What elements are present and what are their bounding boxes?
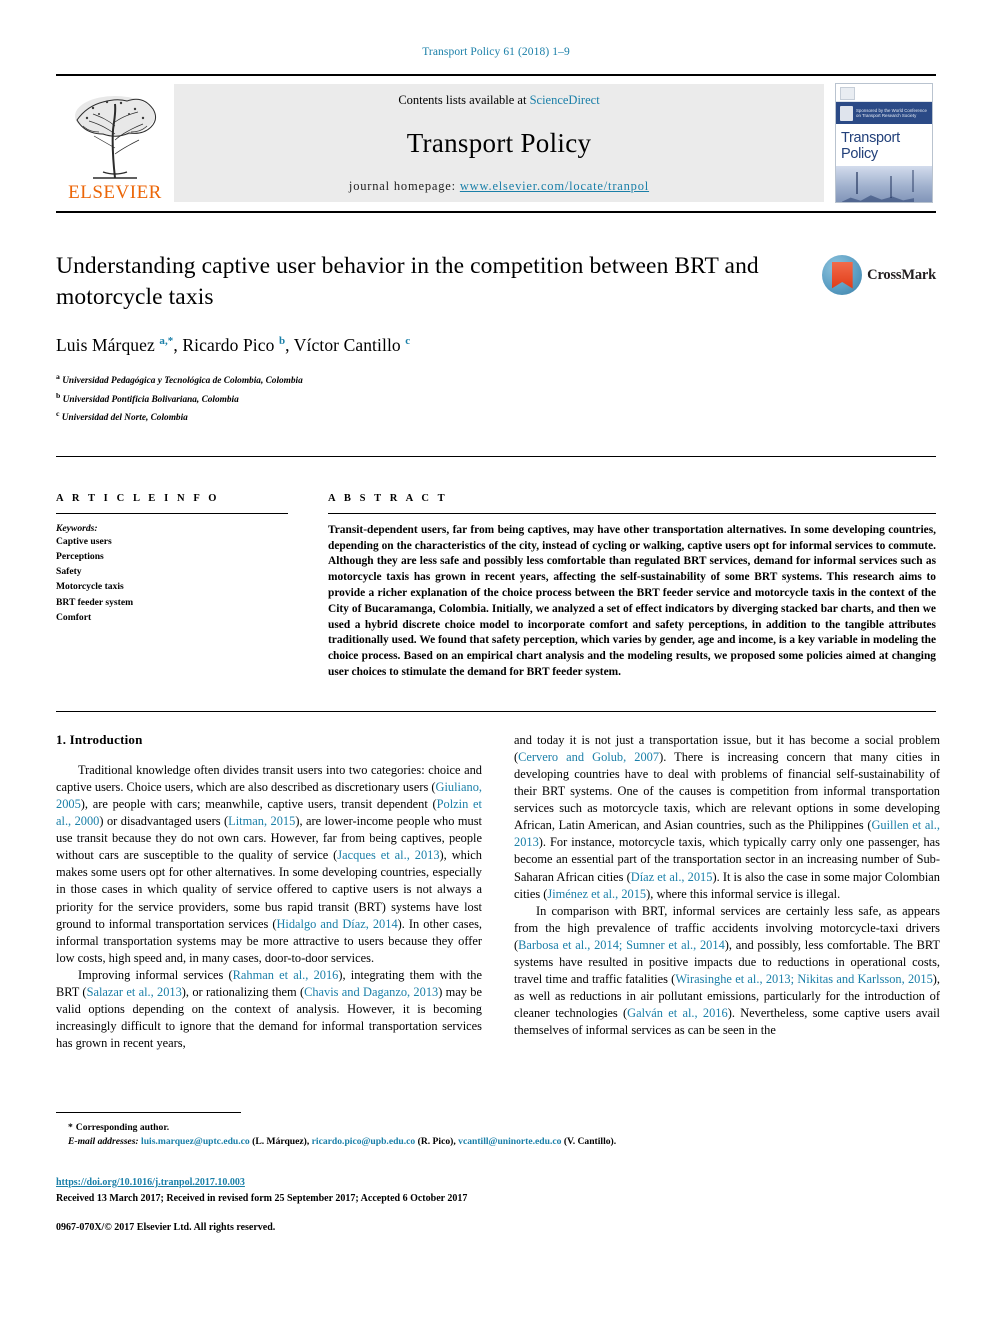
cover-band-line-2: on Transport Research Society	[856, 113, 917, 118]
affiliation-list: a Universidad Pedagógica y Tecnológica d…	[56, 370, 936, 426]
email-person: (V. Cantillo).	[563, 1136, 617, 1147]
email-link[interactable]: luis.marquez@uptc.edu.co	[141, 1136, 250, 1147]
citation-link: Rahman et al., 2016	[232, 967, 339, 982]
contents-prefix: Contents lists available at	[398, 93, 530, 107]
cover-journal-title: Transport Policy	[836, 124, 932, 166]
paragraph: Traditional knowledge often divides tran…	[56, 762, 483, 965]
article-page: Transport Policy 61 (2018) 1–9 ELSEVIER …	[0, 0, 992, 1323]
paragraph: and today it is not just a transportatio…	[514, 732, 940, 901]
doi-block: https://doi.org/10.1016/j.tranpol.2017.1…	[56, 1172, 467, 1204]
affiliation-item: a Universidad Pedagógica y Tecnológica d…	[56, 370, 936, 389]
masthead-center: Contents lists available at ScienceDirec…	[174, 84, 824, 202]
wctrs-emblem-icon	[840, 105, 853, 121]
body-column-right: and today it is not just a transportatio…	[514, 732, 940, 1053]
journal-title: Transport Policy	[406, 128, 592, 158]
author-list: Luis Márquez a,*, Ricardo Pico b, Víctor…	[56, 335, 411, 355]
elsevier-wordmark: ELSEVIER	[68, 182, 162, 203]
email-link[interactable]: vcantill@uninorte.edu.co	[458, 1136, 561, 1147]
affiliation-text: Universidad Pontificia Bolivariana, Colo…	[62, 394, 239, 405]
homepage-label: journal homepage:	[348, 179, 456, 193]
keywords-label: Keywords:	[56, 522, 98, 534]
email-label: E-mail addresses:	[68, 1136, 139, 1147]
body-column-left: 1. Introduction Traditional knowledge of…	[56, 732, 482, 1053]
affiliation-text: Universidad Pedagógica y Tecnológica de …	[62, 376, 303, 387]
abstract-heading: A B S T R A C T	[328, 492, 448, 504]
affiliation-text: Universidad del Norte, Colombia	[61, 413, 188, 424]
citation-link: Cervero and Golub, 2007	[518, 749, 660, 764]
elsevier-logo: ELSEVIER	[56, 84, 174, 202]
footnote-block: * Corresponding author. E-mail addresses:…	[56, 1112, 936, 1149]
email-person: (L. Márquez)	[252, 1136, 307, 1147]
crossmark-label: CrossMark	[867, 266, 936, 283]
keyword-item: Captive users	[56, 535, 112, 547]
footnote-rule	[56, 1112, 241, 1113]
abstract-body-divider	[56, 710, 936, 712]
journal-homepage-link[interactable]: www.elsevier.com/locate/tranpol	[460, 179, 649, 193]
abstract-column: A B S T R A C T Transit-dependent users,…	[328, 493, 936, 681]
abstract-text: Transit-dependent users, far from being …	[328, 523, 936, 678]
citation-link: Jiménez et al., 2015	[547, 886, 647, 901]
affiliation-marker: b	[56, 390, 61, 400]
article-info-rule	[56, 512, 288, 514]
keyword-item: BRT feeder system	[56, 596, 134, 608]
running-head: Transport Policy 61 (2018) 1–9	[422, 46, 570, 58]
journal-homepage-line: journal homepage: www.elsevier.com/locat…	[349, 179, 649, 194]
journal-cover-thumbnail: Sponsored by the World Conference on Tra…	[824, 83, 936, 203]
citation-link: Giuliano, 2005	[56, 779, 482, 811]
citation-link: Guillen et al., 2013	[514, 818, 940, 850]
abstract-rule	[328, 512, 936, 514]
paragraph: In comparison with BRT, informal service…	[514, 903, 940, 1038]
title-block: Understanding captive user behavior in t…	[56, 251, 936, 426]
affiliation-marker: c	[56, 409, 60, 419]
crossmark-icon	[822, 255, 863, 295]
cover-photo	[836, 166, 932, 202]
citation-link: Barbosa et al., 2014; Sumner et al., 201…	[518, 937, 725, 952]
section-heading-introduction: 1. Introduction	[56, 731, 143, 747]
footnote-star: *	[68, 1122, 73, 1133]
body-columns: 1. Introduction Traditional knowledge of…	[56, 732, 940, 1053]
copyright-line: 0967-070X/© 2017 Elsevier Ltd. All right…	[56, 1222, 276, 1233]
keyword-item: Perceptions	[56, 550, 104, 562]
article-info-column: A R T I C L E I N F O Keywords: Captive …	[56, 493, 288, 681]
contents-available-line: Contents lists available at ScienceDirec…	[398, 93, 599, 108]
citation-link: Jacques et al., 2013	[337, 848, 440, 863]
paragraph: Improving informal services (Rahman et a…	[56, 967, 482, 1051]
citation-link: Galván et al., 2016	[627, 1006, 728, 1021]
crossmark-badge[interactable]: CrossMark	[822, 255, 936, 295]
email-person: (R. Pico)	[417, 1136, 454, 1147]
affiliation-marker: a	[56, 372, 60, 381]
corresponding-author-text: Corresponding author.	[75, 1122, 170, 1133]
email-addresses-note: E-mail addresses: luis.marquez@uptc.edu.…	[68, 1136, 617, 1147]
cover-elsevier-icon	[840, 87, 855, 100]
doi-link[interactable]: https://doi.org/10.1016/j.tranpol.2017.1…	[56, 1177, 245, 1188]
journal-masthead: ELSEVIER Contents lists available at Sci…	[56, 74, 936, 213]
article-info-heading: A R T I C L E I N F O	[56, 492, 220, 504]
email-link[interactable]: ricardo.pico@upb.edu.co	[312, 1136, 416, 1147]
sciencedirect-link[interactable]: ScienceDirect	[530, 93, 600, 107]
affiliation-item: b Universidad Pontificia Bolivariana, Co…	[56, 389, 936, 408]
title-abstract-divider	[56, 455, 936, 457]
citation-link: Wirasinghe et al., 2013; Nikitas and Kar…	[675, 972, 933, 987]
elsevier-tree-icon	[75, 96, 157, 179]
citation-link: Díaz et al., 2015	[630, 869, 713, 884]
article-info-abstract: A R T I C L E I N F O Keywords: Captive …	[56, 493, 936, 681]
affiliation-item: c Universidad del Norte, Colombia	[56, 407, 936, 426]
citation-link: Litman, 2015	[228, 814, 296, 829]
received-dates: Received 13 March 2017; Received in revi…	[56, 1193, 468, 1204]
citation-link: Salazar et al., 2013	[86, 984, 182, 999]
citation-link: Hidalgo and Díaz, 2014	[276, 916, 398, 931]
article-title: Understanding captive user behavior in t…	[56, 253, 759, 310]
keyword-item: Motorcycle taxis	[56, 581, 124, 593]
keywords-list: Captive users Perceptions Safety Motorcy…	[56, 534, 288, 625]
citation-link: Chavis and Daganzo, 2013	[304, 984, 439, 999]
keyword-item: Comfort	[56, 611, 92, 623]
keyword-item: Safety	[56, 566, 82, 578]
corresponding-author-note: * Corresponding author.	[56, 1121, 936, 1135]
masthead-bottom-rule	[56, 211, 936, 213]
